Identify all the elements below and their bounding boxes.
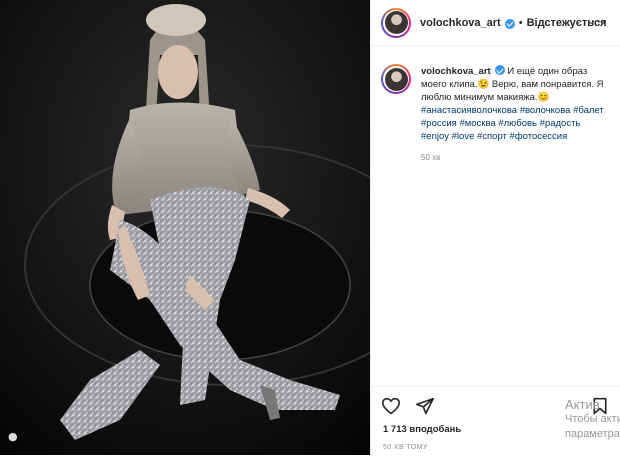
hashtag-link[interactable]: #волочкова [520, 105, 571, 116]
separator-dot: • [518, 16, 523, 29]
activation-watermark: Актив Чтобы акти параметра [565, 397, 620, 442]
username-link[interactable]: volochkova_art [420, 17, 501, 29]
profile-picture [384, 67, 408, 91]
post-header: volochkova_art • Відстежується ··· [371, 0, 620, 46]
profile-picture [384, 11, 408, 34]
hashtag-link[interactable]: #фотосессия [510, 131, 568, 142]
watermark-line-2: Чтобы акти [565, 413, 620, 425]
hashtag-list: #анастасияволочкова #волочкова #балет #р… [421, 105, 604, 142]
watermark-line-3: параметра [565, 428, 620, 440]
hashtag-link[interactable]: #enjoy [421, 131, 449, 142]
verified-badge-icon [504, 18, 515, 29]
hashtag-link[interactable]: #любовь [498, 118, 537, 129]
caption-comment: volochkova_art И ещё один образ моего кл… [381, 64, 610, 162]
comment-body: volochkova_art И ещё один образ моего кл… [421, 64, 610, 143]
hashtag-link[interactable]: #балет [573, 105, 604, 116]
comment-avatar[interactable] [381, 64, 411, 94]
hashtag-link[interactable]: #love [452, 131, 475, 142]
comment-time: 50 хв [421, 153, 441, 162]
comment-username-link[interactable]: volochkova_art [421, 66, 491, 77]
hashtag-link[interactable]: #спорт [477, 131, 507, 142]
hashtag-link[interactable]: #россия [421, 118, 457, 129]
watermark-line-1: Актив [565, 397, 600, 412]
more-horizontal-icon[interactable]: ··· [591, 13, 608, 29]
hashtag-link[interactable]: #анастасияволочкова [421, 105, 517, 116]
heart-icon[interactable] [381, 397, 401, 415]
verified-badge-icon [494, 65, 505, 75]
avatar[interactable] [381, 7, 411, 38]
post-photo-illustration: ● [0, 0, 370, 455]
action-icons [381, 397, 435, 415]
hashtag-link[interactable]: #москва [459, 118, 495, 129]
likes-count[interactable]: 1 713 вподобань [383, 424, 461, 435]
post-details-panel: volochkova_art • Відстежується ··· voloc… [370, 0, 620, 455]
send-icon[interactable] [415, 397, 435, 415]
hashtag-link[interactable]: #радость [540, 118, 581, 129]
post-timestamp: 50 ХВ ТОМУ [383, 444, 428, 451]
svg-text:●: ● [8, 430, 18, 443]
post-photo[interactable]: ● [0, 0, 370, 455]
